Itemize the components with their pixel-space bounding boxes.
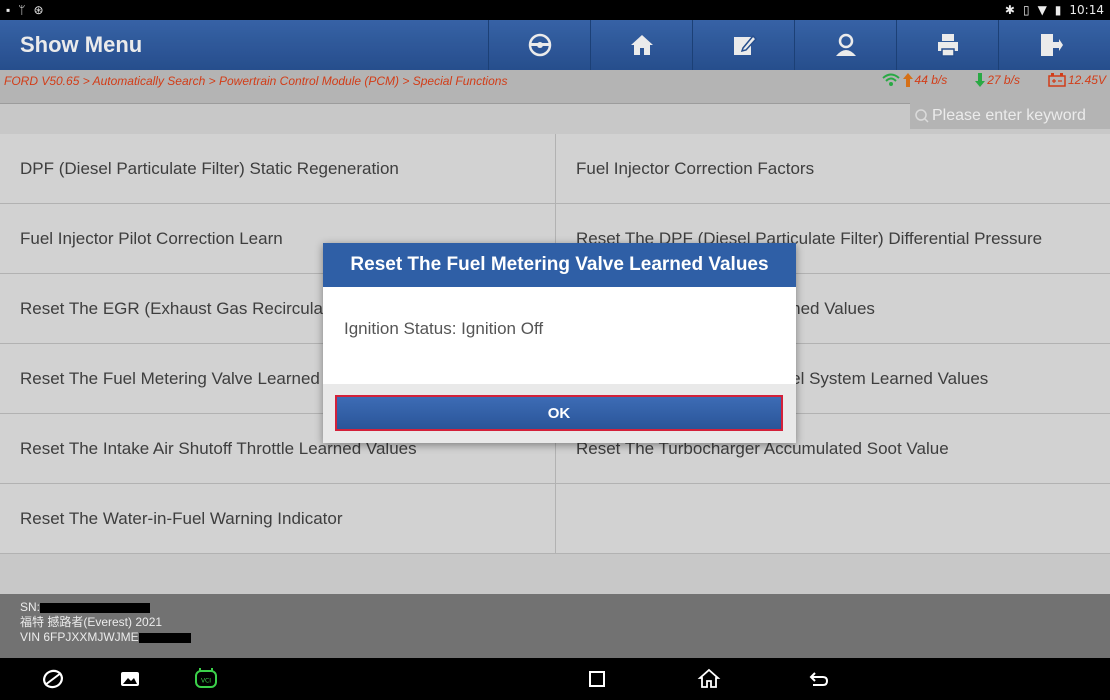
gallery-icon[interactable] <box>118 667 142 691</box>
browser-icon[interactable] <box>41 667 65 691</box>
dialog-message: Ignition Status: Ignition Off <box>344 319 544 338</box>
dialog-footer: OK <box>323 384 796 443</box>
ok-button[interactable]: OK <box>335 395 783 431</box>
dialog-title: Reset The Fuel Metering Valve Learned Va… <box>323 243 796 287</box>
confirm-dialog: Reset The Fuel Metering Valve Learned Va… <box>323 243 796 443</box>
system-nav-bar: VCI <box>0 658 1110 700</box>
back-icon[interactable] <box>807 667 831 691</box>
home-nav-icon[interactable] <box>697 667 721 691</box>
svg-text:VCI: VCI <box>201 678 211 685</box>
vci-icon[interactable]: VCI <box>193 667 219 691</box>
recents-icon[interactable] <box>585 667 609 691</box>
